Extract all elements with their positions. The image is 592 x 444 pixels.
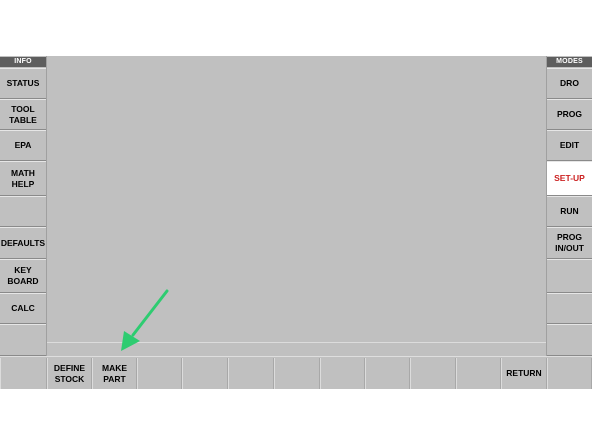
divider [46, 56, 47, 388]
softkey-blank[interactable] [320, 358, 365, 389]
softkey-blank[interactable] [456, 358, 501, 389]
info-math-help-button[interactable]: MATH HELP [0, 161, 46, 196]
info-blank-button[interactable] [0, 324, 46, 356]
softkey-blank[interactable] [274, 358, 320, 389]
softkey-blank[interactable] [410, 358, 456, 389]
softkey-blank[interactable] [228, 358, 274, 389]
machine-control-screen: INFO MODES DEFINE STOCK MAKE PART RETURN S… [0, 56, 592, 389]
mode-blank-button[interactable] [547, 293, 592, 324]
softkey-blank[interactable] [547, 358, 592, 389]
mode-prog-button[interactable]: PROG [547, 99, 592, 130]
main-display-area [47, 67, 546, 341]
info-key-board-button[interactable]: KEY BOARD [0, 259, 46, 293]
mode-blank-button[interactable] [547, 324, 592, 356]
modes-panel-header: MODES [547, 57, 592, 67]
mode-blank-button[interactable] [547, 259, 592, 293]
status-line [47, 342, 546, 353]
info-tool-table-button[interactable]: TOOL TABLE [0, 99, 46, 130]
info-epa-button[interactable]: EPA [0, 130, 46, 161]
softkey-blank[interactable] [182, 358, 228, 389]
info-blank-button[interactable] [0, 196, 46, 227]
softkey-blank[interactable] [0, 358, 47, 389]
info-status-button[interactable]: STATUS [0, 68, 46, 99]
soft-key-row: DEFINE STOCK MAKE PART RETURN [0, 356, 592, 389]
softkey-blank[interactable] [137, 358, 182, 389]
softkey-return[interactable]: RETURN [501, 358, 547, 389]
info-panel-header: INFO [0, 57, 46, 67]
mode-edit-button[interactable]: EDIT [547, 130, 592, 161]
info-calc-button[interactable]: CALC [0, 293, 46, 324]
softkey-make-part[interactable]: MAKE PART [92, 358, 137, 389]
softkey-blank[interactable] [365, 358, 410, 389]
mode-prog-in-out-button[interactable]: PROG IN/OUT [547, 227, 592, 259]
mode-set-up-button[interactable]: SET-UP [547, 161, 592, 196]
softkey-define-stock[interactable]: DEFINE STOCK [47, 358, 92, 389]
mode-run-button[interactable]: RUN [547, 196, 592, 227]
mode-dro-button[interactable]: DRO [547, 68, 592, 99]
info-defaults-button[interactable]: DEFAULTS [0, 227, 46, 259]
